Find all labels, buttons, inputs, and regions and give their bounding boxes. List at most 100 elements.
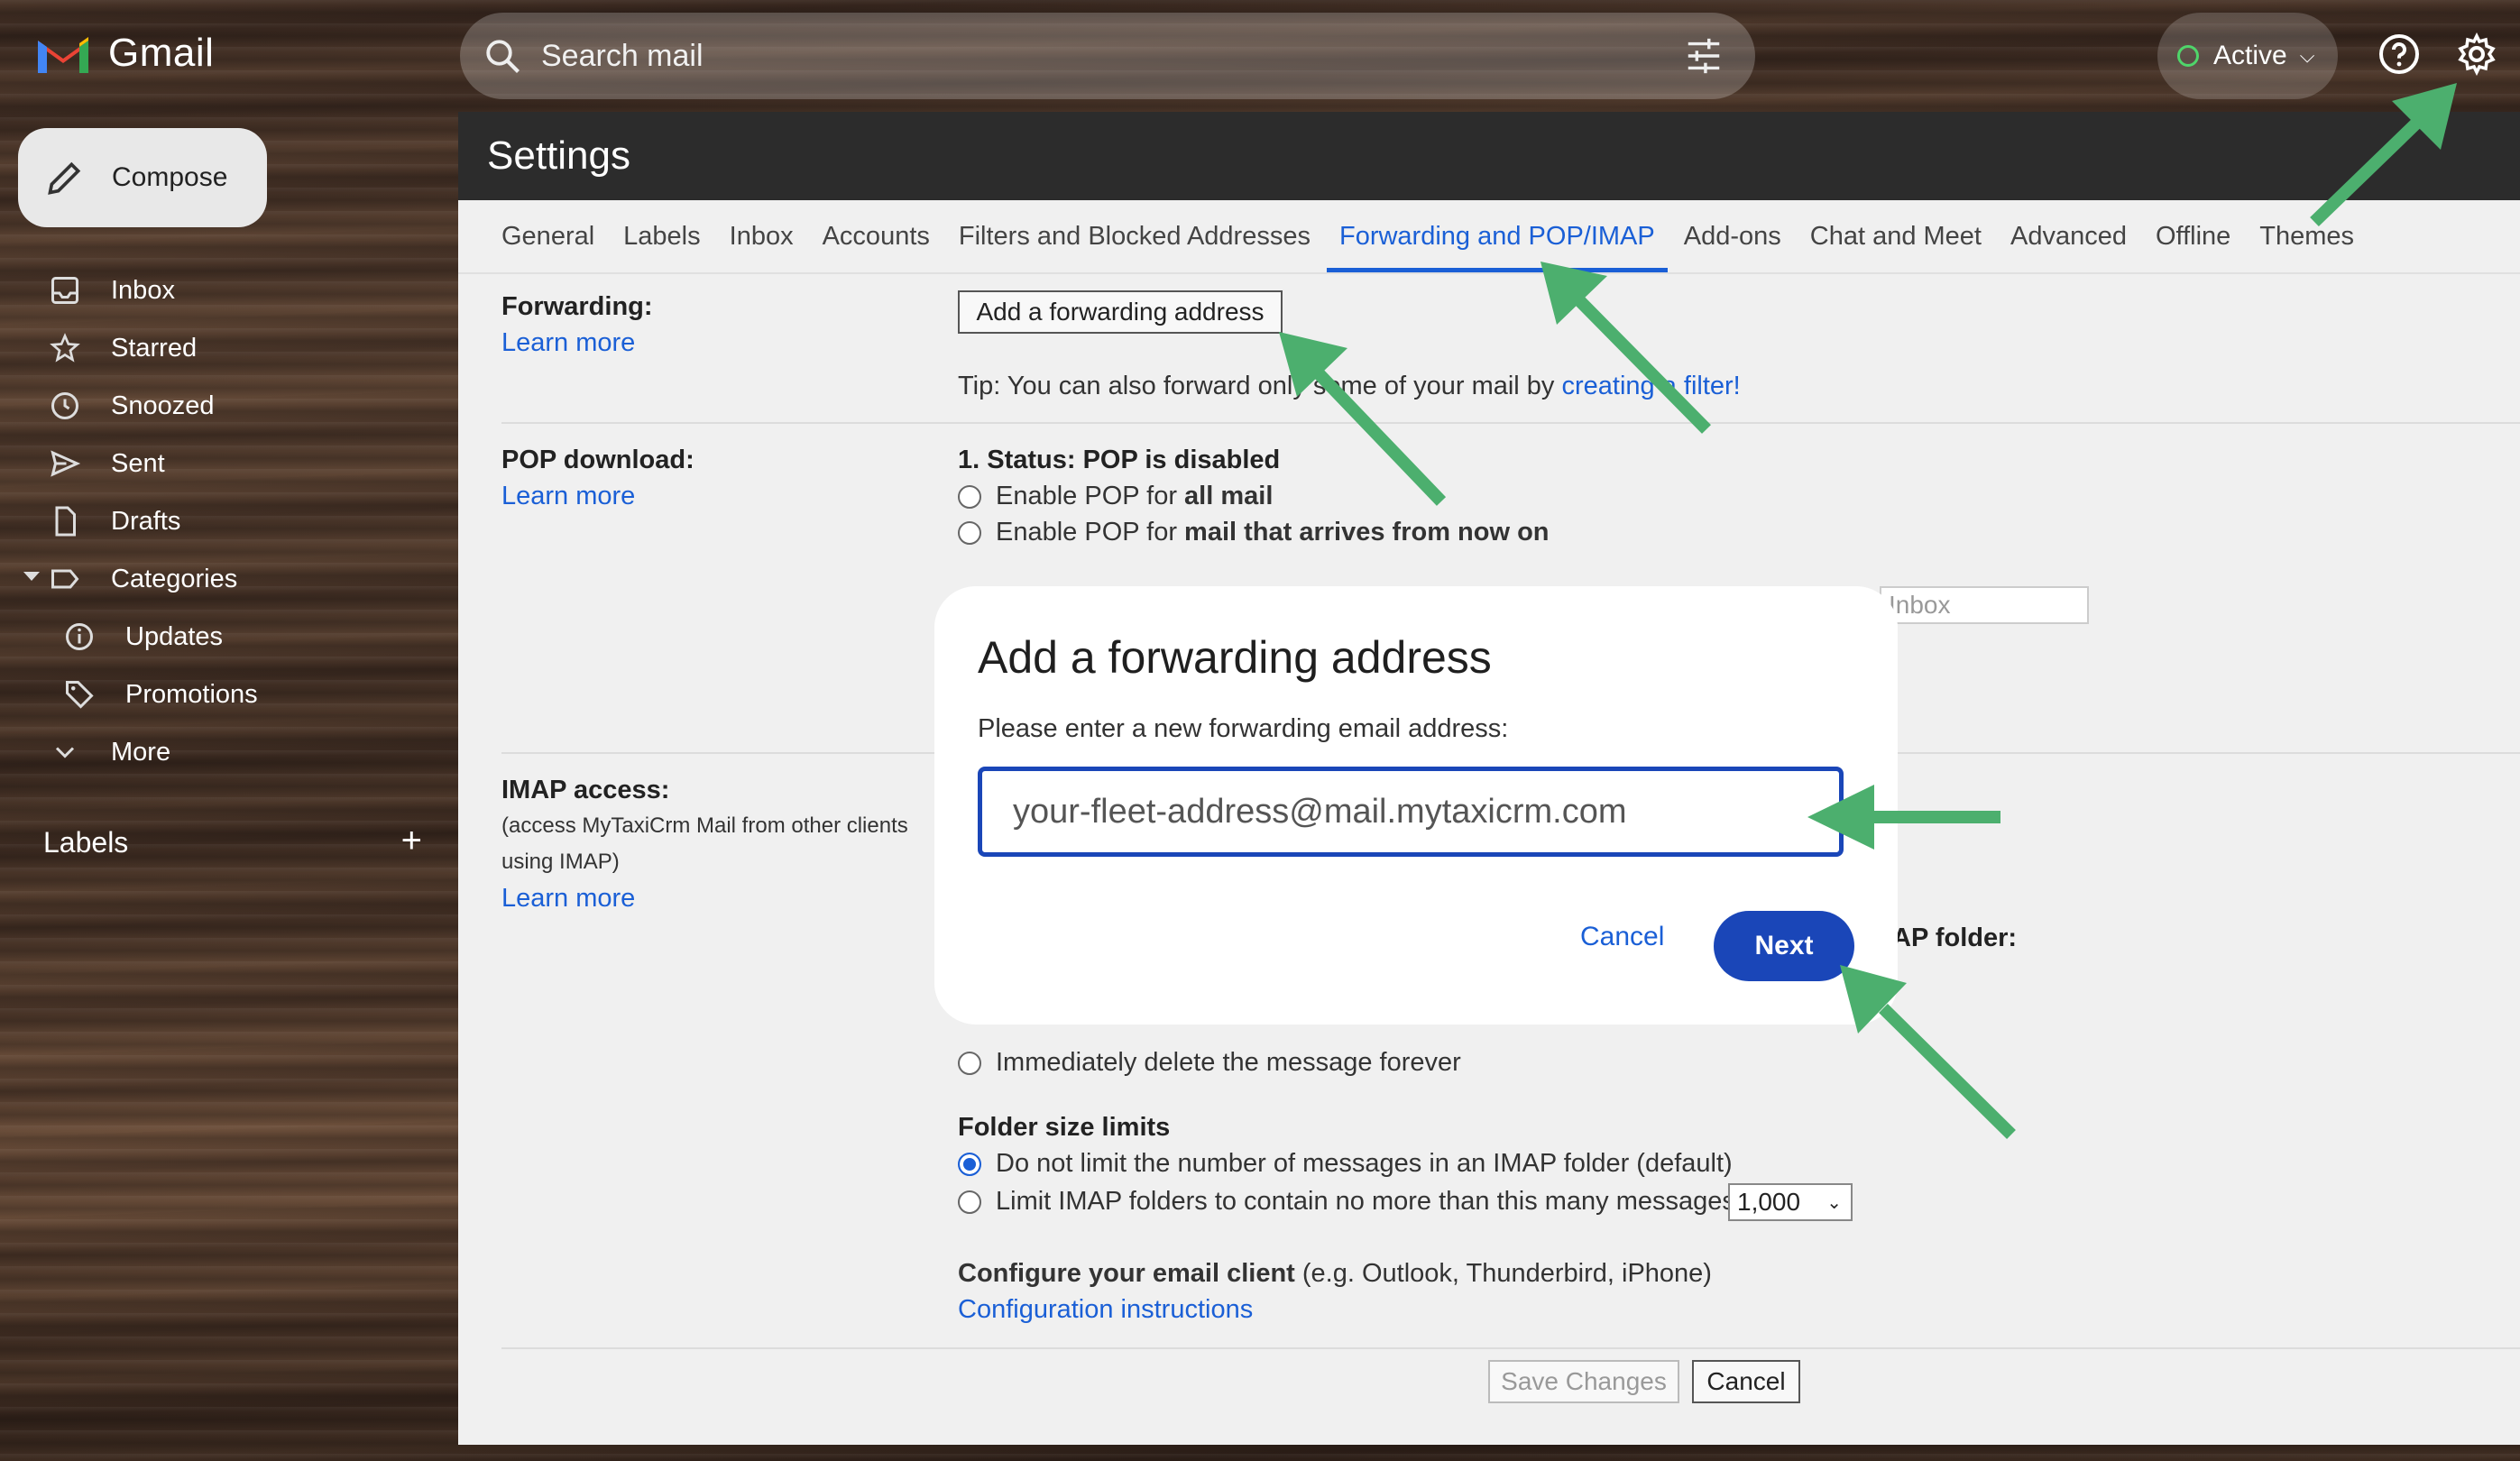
sidebar-item-drafts[interactable]: Drafts [0, 492, 451, 550]
search-bar[interactable]: Search mail [460, 13, 1755, 99]
forwarding-email-input[interactable] [978, 767, 1844, 857]
sidebar-item-starred[interactable]: Starred [0, 319, 451, 377]
imap-learn-more-link[interactable]: Learn more [501, 884, 635, 914]
settings-tabs: General Labels Inbox Accounts Filters an… [458, 200, 2520, 274]
pop-option-all-mail[interactable]: Enable POP for all mail [958, 482, 1273, 511]
chevron-down-icon [55, 747, 75, 758]
sidebar-item-snoozed[interactable]: Snoozed [0, 377, 451, 435]
sidebar-nav: Inbox Starred Snoozed Sent Drafts Catego… [0, 262, 451, 781]
pop-option-text: Enable POP for [996, 482, 1185, 510]
help-icon[interactable] [2377, 32, 2421, 76]
tip-text: Tip: You can also forward only some of y… [958, 372, 1562, 400]
label-icon [51, 569, 79, 589]
radio-icon[interactable] [958, 1052, 981, 1076]
sidebar-item-inbox[interactable]: Inbox [0, 262, 451, 319]
tab-chat-meet[interactable]: Chat and Meet [1810, 200, 1982, 272]
pop-option-bold: mail that arrives from now on [1184, 518, 1550, 547]
compose-label: Compose [112, 162, 228, 192]
star-icon [50, 333, 80, 363]
sidebar-item-label: Promotions [125, 679, 258, 709]
configure-rest: (e.g. Outlook, Thunderbird, iPhone) [1294, 1259, 1712, 1288]
pop-status: 1. Status: POP is disabled [958, 446, 1281, 474]
chevron-down-icon: ⌵ [2299, 44, 2315, 67]
page-title: Settings [487, 133, 630, 178]
tab-filters[interactable]: Filters and Blocked Addresses [959, 200, 1311, 272]
pop-action-select[interactable]: Inbox [1880, 586, 2089, 624]
tab-labels[interactable]: Labels [623, 200, 700, 272]
sidebar-item-updates[interactable]: Updates [0, 608, 451, 666]
tab-general[interactable]: General [501, 200, 594, 272]
add-forwarding-address-button[interactable]: Add a forwarding address [958, 290, 1283, 334]
sidebar-item-label: Updates [125, 621, 224, 651]
configure-client-text: Configure your email client (e.g. Outloo… [958, 1259, 1712, 1289]
pop-option-from-now[interactable]: Enable POP for mail that arrives from no… [958, 518, 1550, 547]
info-icon [66, 623, 93, 650]
settings-gear-icon[interactable] [2455, 32, 2498, 76]
sidebar-item-label: Drafts [111, 506, 181, 536]
pop-select-value: Inbox [1889, 591, 1951, 619]
tab-advanced[interactable]: Advanced [2010, 200, 2127, 272]
dialog-cancel-button[interactable]: Cancel [1580, 922, 1664, 952]
folder-size-heading: Folder size limits [958, 1113, 1171, 1142]
status-dot-icon [2177, 45, 2199, 67]
sidebar-item-label: Categories [111, 564, 238, 593]
gmail-logo[interactable]: Gmail [34, 31, 214, 76]
sidebar-item-label: Starred [111, 333, 198, 363]
imap-delete-option[interactable]: Immediately delete the message forever [958, 1048, 1461, 1078]
tab-inbox[interactable]: Inbox [730, 200, 794, 272]
gmail-m-icon [38, 37, 88, 73]
radio-icon[interactable] [958, 485, 981, 510]
limit-option-text: Do not limit the number of messages in a… [996, 1149, 1733, 1178]
section-divider [501, 422, 2520, 424]
compose-button[interactable]: Compose [18, 128, 267, 227]
tab-themes[interactable]: Themes [2259, 200, 2354, 272]
sidebar-item-promotions[interactable]: Promotions [0, 666, 451, 723]
forwarding-learn-more-link[interactable]: Learn more [501, 328, 635, 358]
search-options-icon[interactable] [1683, 35, 1724, 77]
chevron-down-icon: ⌄ [1826, 1192, 1842, 1213]
sidebar-item-label: Sent [111, 448, 165, 478]
dialog-title: Add a forwarding address [978, 632, 1492, 683]
forwarding-label: Forwarding: [501, 292, 653, 321]
tab-accounts[interactable]: Accounts [823, 200, 930, 272]
clock-icon [51, 392, 78, 419]
radio-icon[interactable] [958, 521, 981, 546]
sidebar-item-label: Inbox [111, 275, 175, 305]
save-changes-button[interactable]: Save Changes [1488, 1360, 1679, 1403]
sidebar-item-sent[interactable]: Sent [0, 435, 451, 492]
folder-limit-value: 1,000 [1737, 1188, 1801, 1216]
imap-desc-line2: using IMAP) [501, 850, 620, 874]
imap-delete-text: Immediately delete the message forever [996, 1048, 1461, 1077]
expand-caret-icon[interactable] [23, 572, 40, 581]
tab-add-ons[interactable]: Add-ons [1684, 200, 1781, 272]
tab-offline[interactable]: Offline [2156, 200, 2230, 272]
tab-forwarding-pop-imap[interactable]: Forwarding and POP/IMAP [1326, 200, 1668, 272]
status-label: Active [2213, 41, 2287, 70]
radio-selected-icon[interactable] [958, 1153, 981, 1177]
search-input[interactable]: Search mail [541, 39, 1683, 74]
sidebar-item-label: More [111, 737, 171, 767]
forwarding-tip: Tip: You can also forward only some of y… [958, 372, 1741, 401]
radio-icon[interactable] [958, 1190, 981, 1215]
labels-section-header: Labels + [43, 822, 422, 859]
configure-bold: Configure your email client [958, 1259, 1295, 1288]
folder-limit-option-max[interactable]: Limit IMAP folders to contain no more th… [958, 1187, 1735, 1217]
pop-learn-more-link[interactable]: Learn more [501, 482, 635, 511]
configuration-instructions-link[interactable]: Configuration instructions [958, 1295, 1253, 1325]
sidebar-item-more[interactable]: More [0, 723, 451, 781]
inbox-icon [51, 277, 78, 304]
settings-cancel-button[interactable]: Cancel [1692, 1360, 1800, 1403]
add-label-icon[interactable]: + [401, 822, 422, 859]
sidebar-item-categories[interactable]: Categories [0, 550, 451, 608]
limit-option-text: Limit IMAP folders to contain no more th… [996, 1187, 1735, 1216]
sidebar-item-label: Snoozed [111, 391, 215, 420]
status-selector[interactable]: Active ⌵ [2157, 13, 2338, 99]
file-icon [55, 506, 76, 537]
dialog-next-button[interactable]: Next [1714, 911, 1854, 981]
folder-limit-option-none[interactable]: Do not limit the number of messages in a… [958, 1149, 1733, 1179]
search-icon[interactable] [483, 37, 521, 75]
create-filter-link[interactable]: creating a filter! [1561, 372, 1740, 400]
add-forwarding-dialog: Add a forwarding address Please enter a … [934, 586, 1898, 1025]
settings-title-bar: Settings [458, 112, 2520, 200]
folder-limit-select[interactable]: 1,000 ⌄ [1728, 1183, 1853, 1221]
